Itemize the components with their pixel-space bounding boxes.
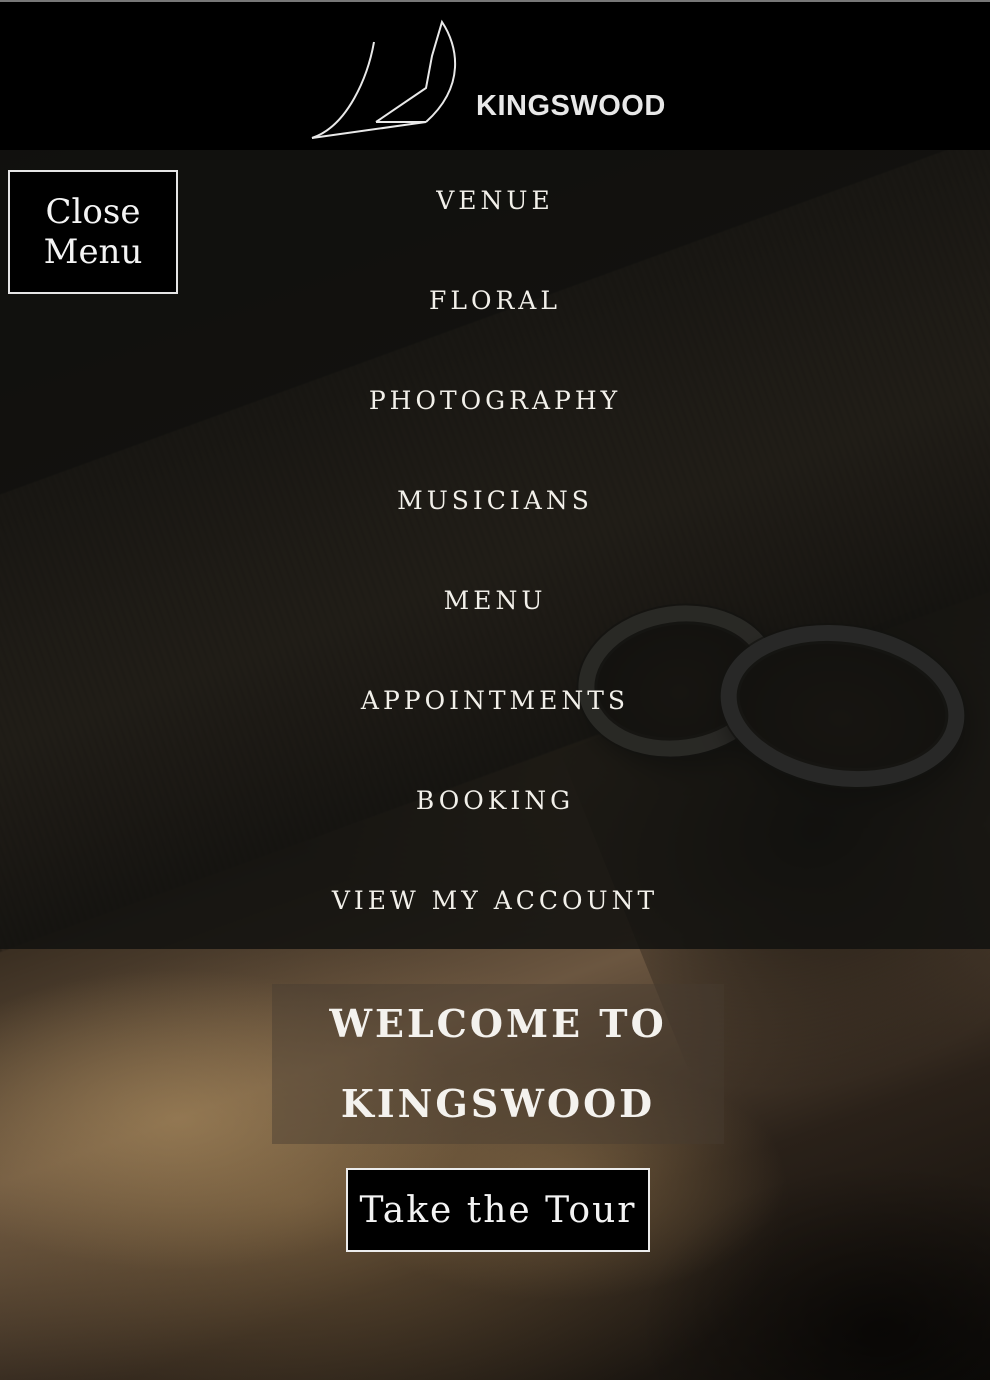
brand-name: KINGSWOOD [476, 90, 666, 122]
logo-link[interactable]: KINGSWOOD [308, 16, 688, 144]
take-the-tour-button[interactable]: Take the Tour [346, 1168, 650, 1252]
nav-item-view-my-account[interactable]: VIEW MY ACCOUNT [0, 850, 990, 950]
nav-item-booking[interactable]: BOOKING [0, 750, 990, 850]
welcome-panel: WELCOME TO KINGSWOOD [272, 984, 724, 1144]
sailboat-logo-icon [311, 19, 456, 139]
site-header: KINGSWOOD [0, 2, 990, 150]
nav-item-musicians[interactable]: MUSICIANS [0, 450, 990, 550]
nav-item-photography[interactable]: PHOTOGRAPHY [0, 350, 990, 450]
nav-item-appointments[interactable]: APPOINTMENTS [0, 650, 990, 750]
nav-item-menu[interactable]: MENU [0, 550, 990, 650]
welcome-title: WELCOME TO KINGSWOOD [329, 1001, 667, 1126]
close-menu-button[interactable]: Close Menu [8, 170, 178, 294]
